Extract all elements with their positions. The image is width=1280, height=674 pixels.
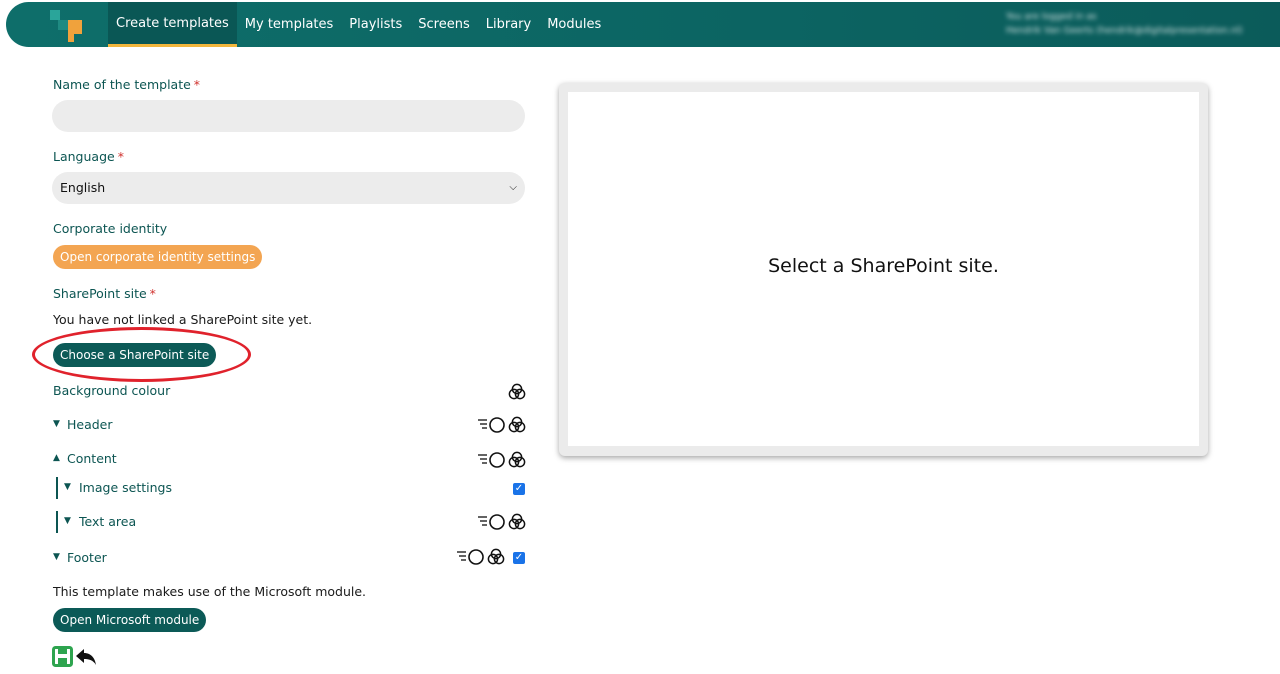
caret-down-icon[interactable]: ▼: [64, 516, 71, 526]
nav-screens[interactable]: Screens: [410, 2, 477, 47]
background-colour-label: Background colour: [53, 383, 171, 398]
color-circles-icon[interactable]: [508, 513, 526, 531]
name-label: Name of the template *: [53, 77, 201, 92]
caret-down-icon[interactable]: ▼: [53, 552, 60, 562]
sharepoint-status-text: You have not linked a SharePoint site ye…: [53, 312, 313, 327]
template-name-input[interactable]: [52, 100, 525, 132]
nesting-bar: [56, 511, 58, 533]
main-nav: Create templates My templates Playlists …: [108, 2, 609, 47]
color-circles-icon[interactable]: [508, 383, 526, 401]
alignment-icon[interactable]: [456, 548, 486, 566]
alignment-icon[interactable]: [477, 513, 507, 531]
preview-message: Select a SharePoint site.: [768, 255, 999, 277]
language-value: English: [60, 180, 106, 195]
color-circles-icon[interactable]: [487, 548, 505, 566]
section-image-settings-label[interactable]: Image settings: [79, 480, 172, 495]
color-circles-icon[interactable]: [508, 451, 526, 469]
open-corporate-identity-button[interactable]: Open corporate identity settings: [53, 245, 263, 269]
choose-sharepoint-button[interactable]: Choose a SharePoint site: [53, 343, 217, 367]
nesting-bar: [56, 477, 58, 499]
caret-down-icon[interactable]: ▼: [53, 419, 60, 429]
login-line-2: Hendrik Van Geerts (hendrik@digitalprese…: [1006, 26, 1243, 36]
login-line-1: You are logged in as: [1006, 12, 1097, 22]
nav-create-templates[interactable]: Create templates: [108, 2, 237, 47]
footer-checkbox[interactable]: ✓: [513, 552, 525, 564]
nav-modules[interactable]: Modules: [539, 2, 609, 47]
module-note-text: This template makes use of the Microsoft…: [53, 584, 367, 599]
nav-playlists[interactable]: Playlists: [341, 2, 410, 47]
sharepoint-label: SharePoint site *: [53, 286, 156, 301]
template-preview-frame: Select a SharePoint site.: [559, 83, 1208, 456]
chevron-down-icon: ⌵: [509, 182, 517, 193]
section-text-area-label[interactable]: Text area: [79, 514, 136, 529]
section-content-label[interactable]: Content: [67, 451, 117, 466]
language-label: Language *: [53, 149, 124, 164]
nav-library[interactable]: Library: [478, 2, 539, 47]
open-microsoft-module-button[interactable]: Open Microsoft module: [53, 608, 207, 632]
section-header-label[interactable]: Header: [67, 417, 113, 432]
alignment-icon[interactable]: [477, 416, 507, 434]
image-settings-checkbox[interactable]: ✓: [513, 483, 525, 495]
language-select[interactable]: English ⌵: [52, 172, 525, 204]
color-circles-icon[interactable]: [508, 416, 526, 434]
corporate-identity-label: Corporate identity: [53, 221, 168, 236]
undo-arrow-icon[interactable]: [74, 647, 98, 667]
alignment-icon[interactable]: [477, 451, 507, 469]
caret-down-icon[interactable]: ▼: [64, 482, 71, 492]
nav-my-templates[interactable]: My templates: [237, 2, 342, 47]
login-info: You are logged in as Hendrik Van Geerts …: [1006, 10, 1242, 38]
top-navigation-bar: Create templates My templates Playlists …: [6, 2, 1280, 47]
save-icon[interactable]: [52, 646, 73, 667]
template-preview-canvas: Select a SharePoint site.: [568, 92, 1199, 446]
app-logo[interactable]: [46, 6, 86, 44]
section-footer-label[interactable]: Footer: [67, 550, 107, 565]
caret-up-icon[interactable]: ▲: [53, 453, 60, 463]
